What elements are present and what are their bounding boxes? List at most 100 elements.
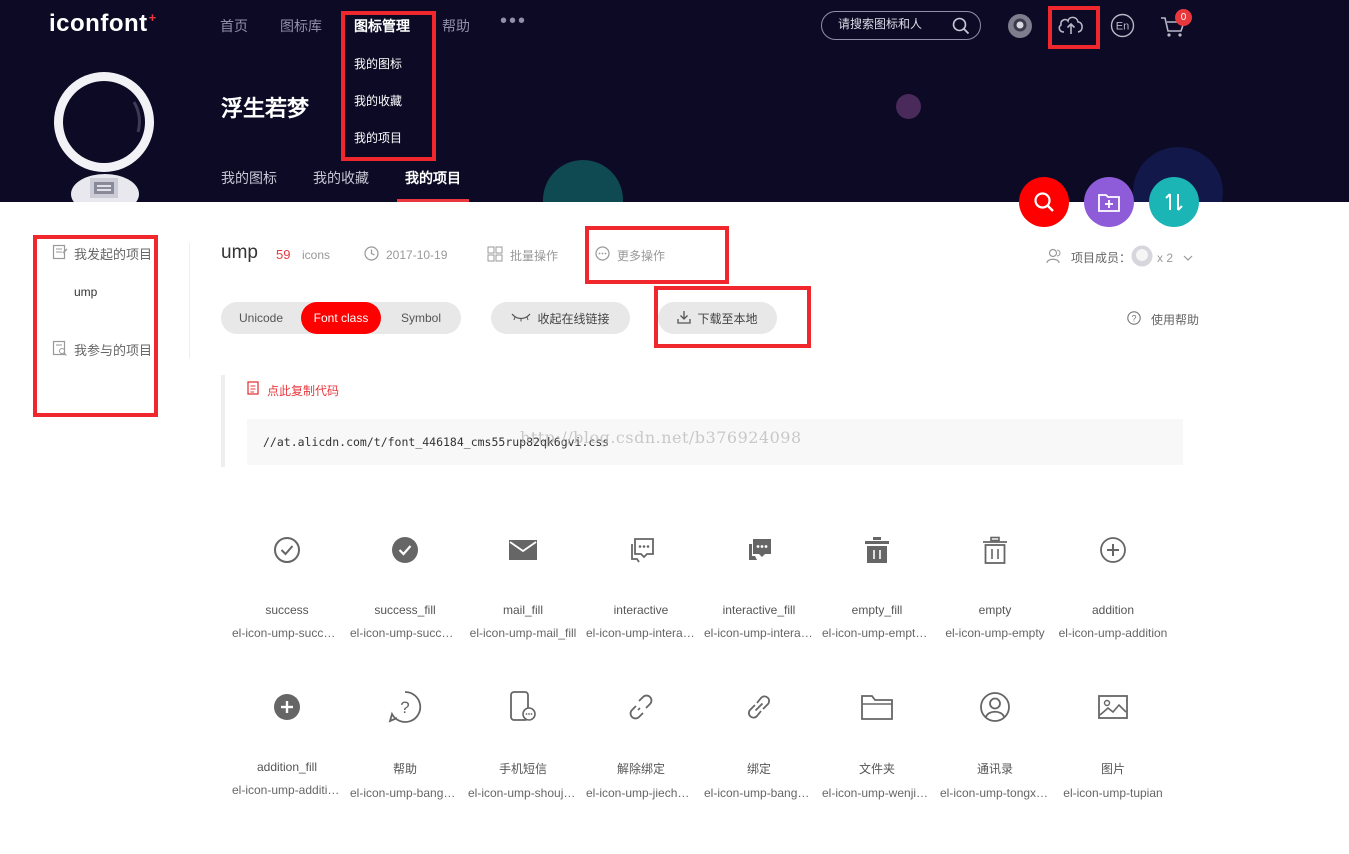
icon-card-name: 帮助: [392, 762, 417, 776]
search-input[interactable]: [838, 17, 948, 31]
eye-closed-icon: [511, 311, 531, 325]
sidebar-divider: [189, 243, 190, 358]
project-name: ump: [221, 242, 258, 263]
icon-card-class: el-icon-ump-empty: [945, 626, 1045, 640]
code-area: 点此复制代码 //at.alicdn.com/t/font_446184_cms…: [221, 375, 1183, 467]
question-circle-icon: ?: [1127, 311, 1141, 328]
fab-search-button[interactable]: [1019, 177, 1069, 227]
icon-card[interactable]: empty_fill el-icon-ump-empty_fill: [818, 530, 936, 640]
annotation-box: [341, 11, 436, 161]
nav-home[interactable]: 首页: [220, 16, 248, 36]
nav-more-icon[interactable]: •••: [500, 10, 527, 33]
icon-card[interactable]: success_fill el-icon-ump-success_fill: [346, 530, 464, 640]
grid-icon: [487, 246, 503, 265]
tab-font-class[interactable]: Font class: [301, 302, 381, 334]
fab-sort-button[interactable]: [1149, 177, 1199, 227]
chat-fill-icon: [700, 530, 818, 570]
copy-code-link[interactable]: 点此复制代码: [247, 381, 339, 399]
icon-card[interactable]: 文件夹 el-icon-ump-wenjianjia: [818, 687, 936, 800]
svg-text:En: En: [1116, 21, 1129, 33]
code-type-tabs: Unicode Font class Symbol: [221, 302, 461, 334]
member-avatar: [1131, 245, 1153, 270]
icon-card[interactable]: 绑定 el-icon-ump-bangding: [700, 687, 818, 800]
unlink-icon: [582, 687, 700, 727]
icon-card-name: mail_fill: [502, 603, 543, 617]
tab-symbol[interactable]: Symbol: [381, 302, 461, 334]
icon-card[interactable]: addition el-icon-ump-addition: [1054, 530, 1172, 640]
chevron-down-icon: [1183, 251, 1193, 265]
chat-icon: [582, 530, 700, 570]
icon-card-class: el-icon-ump-mail_fill: [469, 626, 577, 640]
tab-unicode[interactable]: Unicode: [221, 302, 301, 334]
active-tab-underline: [397, 199, 469, 202]
search-icon: [1034, 192, 1054, 212]
icon-card[interactable]: interactive_fill el-icon-ump-interactive_…: [700, 530, 818, 640]
icon-card[interactable]: interactive el-icon-ump-interactive: [582, 530, 700, 640]
decor-circle: [543, 160, 623, 202]
icon-card-class: el-icon-ump-bangding: [704, 786, 818, 800]
icon-card-class: el-icon-ump-tupian: [1063, 786, 1163, 800]
members-count: x 2: [1157, 250, 1174, 265]
icon-card-class: el-icon-ump-success_fill: [350, 626, 464, 640]
profile-tab-my-favorites[interactable]: 我的收藏: [313, 168, 369, 188]
astronaut-avatar: [52, 72, 158, 202]
icon-card-class: el-icon-ump-tongxunlu: [940, 786, 1054, 800]
profile-tab-my-icons[interactable]: 我的图标: [221, 168, 277, 188]
search-icon[interactable]: [952, 17, 970, 40]
icon-card-name: success: [265, 603, 309, 617]
project-members[interactable]: 项目成员： x 2: [1046, 245, 1193, 270]
annotation-box: [1048, 6, 1100, 49]
icon-card[interactable]: 解除绑定 el-icon-ump-jiechubangding: [582, 687, 700, 800]
logo-plus: +: [148, 10, 157, 25]
members-icon: [1046, 248, 1063, 267]
icon-card[interactable]: ? 帮助 el-icon-ump-bangzhu: [346, 687, 464, 800]
search-box[interactable]: [821, 11, 981, 40]
copy-icon: [247, 381, 261, 399]
icon-card[interactable]: empty el-icon-ump-empty: [936, 530, 1054, 640]
fab-add-folder-button[interactable]: [1084, 177, 1134, 227]
plus-circle-fill-icon: [228, 687, 346, 727]
icon-card-name: 通讯录: [976, 762, 1013, 776]
icon-card[interactable]: addition_fill el-icon-ump-addition_fill: [228, 687, 346, 797]
icon-card[interactable]: 通讯录 el-icon-ump-tongxunlu: [936, 687, 1054, 800]
nav-icon-library[interactable]: 图标库: [280, 16, 322, 36]
top-header: iconfont+ 首页 图标库 图标管理 帮助 ••• 我的图标 我的收藏 我…: [0, 0, 1349, 202]
icon-card-class: el-icon-ump-shoujiduanxin: [468, 786, 582, 800]
mail-fill-icon: [464, 530, 582, 570]
profile-tab-my-projects[interactable]: 我的项目: [405, 168, 461, 188]
user-avatar-icon[interactable]: [1007, 13, 1033, 44]
trash-icon: [936, 530, 1054, 570]
icon-card[interactable]: 图片 el-icon-ump-tupian: [1054, 687, 1172, 800]
icon-card[interactable]: 手机短信 el-icon-ump-shoujiduanxin: [464, 687, 582, 800]
language-switch-icon[interactable]: En: [1110, 13, 1135, 43]
nav-help[interactable]: 帮助: [442, 16, 470, 36]
collapse-link-label: 收起在线链接: [537, 311, 610, 326]
icon-card[interactable]: mail_fill el-icon-ump-mail_fill: [464, 530, 582, 640]
logo-text: iconfont: [49, 10, 148, 37]
plus-circle-icon: [1054, 530, 1172, 570]
icon-card-name: interactive_fill: [722, 603, 796, 617]
usage-help-link[interactable]: ? 使用帮助: [1127, 311, 1199, 328]
icon-card-name: addition_fill: [256, 760, 318, 774]
project-date: 2017-10-19: [364, 246, 447, 264]
icon-card-name: empty_fill: [851, 603, 903, 617]
project-icon-count: 59: [276, 247, 291, 262]
sort-icon: [1165, 193, 1183, 211]
usage-help-label: 使用帮助: [1151, 313, 1200, 327]
collapse-link-button[interactable]: 收起在线链接: [491, 302, 630, 334]
profile-username: 浮生若梦: [221, 96, 310, 121]
clock-icon: [364, 246, 379, 264]
icon-card[interactable]: success el-icon-ump-success: [228, 530, 346, 640]
decor-dot: [896, 94, 921, 119]
copy-code-label: 点此复制代码: [267, 383, 340, 398]
icon-card-class: el-icon-ump-addition_fill: [232, 783, 346, 797]
iconfont-logo[interactable]: iconfont+: [49, 10, 157, 38]
check-circle-icon: [228, 530, 346, 570]
cart-count-badge: 0: [1175, 9, 1192, 26]
icon-card-class: el-icon-ump-bangzhu: [350, 786, 463, 800]
svg-text:?: ?: [400, 698, 409, 717]
svg-text:?: ?: [1131, 314, 1136, 324]
batch-ops-button[interactable]: 批量操作: [487, 246, 558, 265]
icon-card-name: success_fill: [374, 603, 436, 617]
icon-card-name: 手机短信: [498, 762, 547, 776]
